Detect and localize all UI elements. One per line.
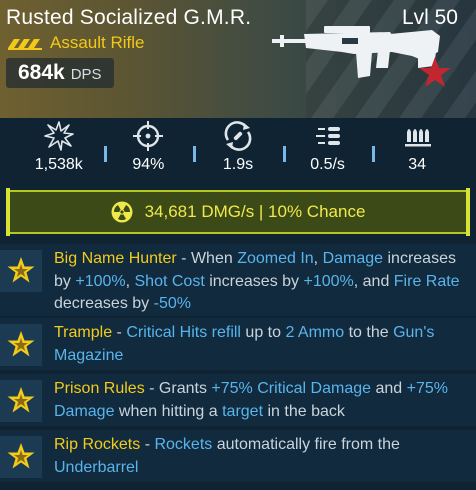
- perk-text-segment: -: [140, 436, 155, 453]
- stat-fire-rate: 0.5/s: [282, 118, 373, 180]
- perk-trample: Trample - Critical Hits refill up to 2 A…: [0, 318, 476, 370]
- legendary-star-icon: [7, 331, 35, 357]
- stat-reload: 1.9s: [193, 118, 283, 180]
- perk-text-segment: to the: [344, 324, 394, 341]
- stat-magazine: 34: [372, 118, 462, 180]
- elemental-damage-bar: 34,681 DMG/s | 10% Chance: [6, 188, 470, 236]
- weapon-name: Rusted Socialized G.M.R.: [6, 6, 252, 29]
- perk-keyword: Rockets: [154, 436, 213, 453]
- perk-text-segment: - When: [176, 250, 238, 267]
- perk-description: Prison Rules - Grants +75% Critical Dama…: [54, 378, 466, 423]
- perk-text-segment: - Grants: [144, 380, 212, 397]
- perk-keyword: 2 Ammo: [285, 324, 345, 341]
- fire-rate-icon: [315, 127, 340, 145]
- damage-burst-icon: [43, 121, 74, 151]
- stat-reload-value: 1.9s: [222, 156, 254, 173]
- perk-keyword: -50%: [153, 295, 191, 312]
- perk-rip-rockets: Rip Rockets - Rockets automatically fire…: [0, 430, 476, 482]
- perk-text-segment: and: [371, 380, 407, 397]
- perk-name: Rip Rockets: [54, 436, 141, 453]
- perk-name: Prison Rules: [54, 380, 145, 397]
- perk-keyword: target: [222, 402, 264, 420]
- perk-prison-rules: Prison Rules - Grants +75% Critical Dama…: [0, 374, 476, 426]
- perk-keyword: Damage: [322, 250, 384, 267]
- perk-text-segment: ,: [313, 250, 323, 267]
- dps-badge: 684k DPS: [6, 58, 114, 88]
- perk-text-segment: when hitting a: [114, 402, 223, 420]
- perk-text-segment: , and: [353, 272, 394, 290]
- reload-icon: [224, 121, 252, 151]
- dps-unit: DPS: [70, 66, 102, 83]
- perk-icon-box: [0, 250, 42, 292]
- perk-name: Trample: [54, 324, 113, 341]
- perk-text-segment: ,: [125, 272, 135, 290]
- perk-icon-box: [0, 380, 42, 422]
- weapon-type: Assault Rifle: [50, 33, 145, 52]
- perk-keyword: Critical Hits refill: [126, 324, 241, 341]
- perk-keyword: +75% Critical Damage: [211, 380, 372, 397]
- legendary-star-icon: [7, 443, 35, 469]
- ammo-icon: [405, 129, 432, 147]
- stat-accuracy-value: 94%: [132, 156, 165, 173]
- weapon-header: Rusted Socialized G.M.R. Lvl 50 Assault …: [0, 0, 476, 118]
- stat-damage: 1,538k: [14, 118, 104, 180]
- stat-magazine-value: 34: [408, 156, 427, 173]
- perk-description: Trample - Critical Hits refill up to 2 A…: [54, 322, 466, 367]
- perk-text-segment: up to: [240, 324, 286, 341]
- perk-big-name-hunter: Big Name Hunter - When Zoomed In, Damage…: [0, 244, 476, 316]
- perk-name: Big Name Hunter: [54, 250, 177, 267]
- elemental-damage-text: 34,681 DMG/s | 10% Chance: [144, 202, 366, 221]
- perk-keyword: Fire Rate: [393, 272, 460, 290]
- rank-chevrons-icon: [8, 39, 42, 50]
- perk-text-segment: automatically fire from the: [212, 436, 400, 453]
- legendary-star-icon: [7, 387, 35, 413]
- perk-icon-box: [0, 324, 42, 366]
- crosshair-icon: [133, 121, 164, 151]
- rarity-star-icon: [419, 57, 451, 87]
- perk-description: Rip Rockets - Rockets automatically fire…: [54, 434, 466, 479]
- perk-keyword: +100%: [303, 272, 354, 290]
- perk-text-segment: in the back: [263, 402, 345, 420]
- perk-keyword: +100%: [75, 272, 126, 290]
- perk-text-segment: -: [112, 324, 127, 341]
- perk-keyword: Zoomed In: [237, 250, 314, 267]
- weapon-stats: 1,538k 94% 1.9s 0.5/s 34: [0, 118, 476, 180]
- perk-keyword: Underbarrel: [54, 458, 139, 476]
- assault-rifle-icon: [272, 26, 440, 78]
- stat-fire-rate-value: 0.5/s: [310, 156, 345, 173]
- legendary-star-icon: [7, 257, 35, 283]
- radiation-icon: [111, 201, 133, 223]
- perk-keyword: Shot Cost: [134, 272, 205, 290]
- perk-icon-box: [0, 436, 42, 478]
- perk-text-segment: decreases by: [54, 295, 154, 312]
- stat-accuracy: 94%: [103, 118, 194, 180]
- dps-value: 684k: [18, 61, 65, 84]
- perk-text-segment: increases by: [204, 272, 304, 290]
- stat-damage-value: 1,538k: [34, 156, 83, 173]
- weapon-type-row: Assault Rifle: [8, 33, 144, 53]
- perk-description: Big Name Hunter - When Zoomed In, Damage…: [54, 248, 466, 316]
